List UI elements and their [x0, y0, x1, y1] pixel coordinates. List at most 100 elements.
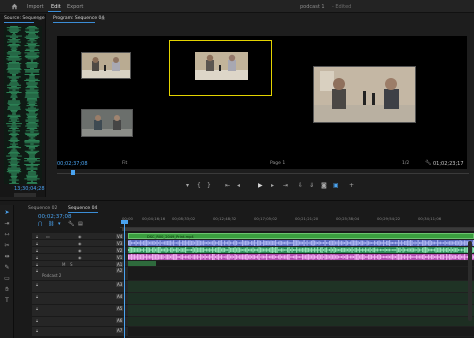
go-to-out-icon[interactable]: ⇥ — [283, 182, 288, 189]
insert-icon[interactable]: ⇩ — [298, 182, 303, 189]
compare-icon[interactable]: ▣ — [333, 182, 339, 189]
mark-in-icon[interactable]: { — [197, 182, 201, 189]
page-indicator[interactable]: Page 1 — [270, 161, 285, 166]
track-label[interactable]: A6 — [116, 318, 124, 323]
time-ruler[interactable]: 00;00 00;04;16;16 00;08;33;02 00;12;48;3… — [120, 214, 474, 228]
track-label[interactable]: V4 — [116, 234, 124, 239]
track-label[interactable]: V1 — [116, 255, 124, 260]
track-label[interactable]: A7 — [116, 328, 124, 333]
pen-icon[interactable]: ✎ — [3, 264, 11, 272]
lock-icon[interactable]: 🔒︎ — [36, 306, 38, 311]
lock-icon[interactable]: 🔒︎ — [36, 241, 38, 246]
audio-clip[interactable] — [128, 293, 474, 304]
source-scrub-bar[interactable] — [14, 193, 36, 197]
lock-icon[interactable]: 🔒︎ — [36, 328, 38, 333]
menu-import[interactable]: Import — [27, 4, 44, 10]
track-label[interactable]: V3 — [116, 241, 124, 246]
video-frame-bottom-left[interactable] — [81, 109, 133, 137]
track-label[interactable]: A5 — [116, 306, 124, 311]
track-row-a7[interactable] — [128, 327, 474, 337]
lock-icon[interactable]: 🔒︎ — [36, 255, 38, 260]
home-icon[interactable] — [11, 3, 18, 10]
program-scrub-bar[interactable] — [57, 168, 469, 174]
lock-icon[interactable]: 🔒︎ — [36, 294, 38, 299]
audio-clip[interactable] — [128, 305, 474, 316]
overwrite-icon[interactable]: ⇓ — [309, 182, 314, 189]
wrench-icon[interactable]: 🔧︎ — [425, 160, 431, 166]
track-row-a2[interactable] — [128, 267, 474, 281]
lock-icon[interactable]: 🔒︎ — [36, 268, 38, 273]
program-timecode[interactable]: 00;02;37;08 — [57, 161, 88, 167]
play-icon[interactable]: ▶ — [258, 182, 263, 189]
playback-quality-select[interactable]: 1/2 — [402, 161, 409, 166]
lock-icon[interactable]: 🔒︎ — [36, 248, 38, 253]
marker-icon[interactable]: ▾ — [186, 182, 189, 189]
lock-icon[interactable]: 🔒︎ — [36, 318, 38, 323]
program-playhead[interactable] — [71, 170, 75, 175]
ruler-label: 00;29;54;22 — [377, 216, 401, 221]
track-label[interactable]: V2 — [116, 248, 124, 253]
program-tab[interactable]: Program: Sequence 04 — [53, 16, 104, 21]
eye-icon[interactable]: ◉ — [78, 234, 82, 239]
audio-clip[interactable] — [128, 261, 156, 266]
slip-tool-icon[interactable]: ⇹ — [3, 253, 11, 261]
track-label[interactable]: A4 — [116, 294, 124, 299]
type-tool-icon[interactable]: T — [3, 297, 11, 305]
track-row-a4[interactable] — [128, 293, 474, 305]
audio-clip[interactable] — [128, 254, 474, 260]
eye-icon[interactable]: ◉ — [78, 255, 82, 260]
program-monitor[interactable] — [57, 36, 467, 169]
add-marker-icon[interactable]: ▾ — [58, 222, 61, 227]
track-row-v2[interactable] — [128, 247, 474, 254]
razor-icon[interactable]: ✂ — [3, 242, 11, 250]
selection-tool-icon[interactable]: ➤ — [3, 209, 11, 217]
audio-clip[interactable] — [128, 247, 474, 253]
timeline-vertical-scrollbar[interactable] — [468, 241, 472, 321]
eye-icon[interactable]: ◉ — [78, 241, 82, 246]
tab-sequence-04[interactable]: Sequence 04 — [68, 206, 97, 211]
menu-edit[interactable]: Edit — [51, 4, 61, 10]
track-row-v1[interactable] — [128, 254, 474, 261]
track-row-a6[interactable] — [128, 317, 474, 327]
interview-image — [82, 110, 132, 136]
track-row-a5[interactable] — [128, 305, 474, 317]
track-select-icon[interactable]: ⇥ — [3, 220, 11, 228]
tab-sequence-02[interactable]: Sequence 02 — [28, 206, 57, 211]
step-forward-icon[interactable]: ▸ — [271, 182, 274, 189]
video-frame-right[interactable] — [313, 66, 416, 123]
audio-clip[interactable] — [128, 317, 474, 326]
audio-clip[interactable] — [128, 240, 474, 246]
step-back-icon[interactable]: ◂ — [237, 182, 240, 189]
timeline-timecode[interactable]: 00;02;37;08 — [38, 214, 72, 220]
track-row-v4[interactable]: DSC_R00_2049_Print.mp4 — [128, 233, 474, 240]
linked-selection-icon[interactable]: ⛓︎ — [48, 222, 54, 227]
mark-out-icon[interactable]: } — [207, 182, 211, 189]
track-label[interactable]: A3 — [116, 282, 124, 287]
eye-icon[interactable]: ◉ — [78, 248, 82, 253]
track-label[interactable]: A2 — [116, 268, 124, 273]
video-clip[interactable]: DSC_R00_2049_Print.mp4 — [128, 233, 474, 239]
panel-menu-icon[interactable]: ≡ — [38, 16, 42, 22]
ripple-edit-icon[interactable]: ⇿ — [3, 231, 11, 239]
track-row-v3[interactable] — [128, 240, 474, 247]
lock-icon[interactable]: 🔒︎ — [36, 234, 38, 239]
timeline-playhead-line — [124, 223, 125, 338]
track-row-a3[interactable] — [128, 281, 474, 293]
video-frame-selected[interactable] — [169, 40, 272, 96]
video-frame-top-left[interactable] — [81, 52, 131, 79]
snap-icon[interactable]: ⋂ — [38, 222, 42, 227]
captions-icon[interactable]: ▤ — [78, 222, 83, 227]
add-button-icon[interactable]: + — [349, 182, 354, 189]
camera-icon[interactable]: ◙ — [321, 182, 327, 189]
sync-icon[interactable]: ▭ — [46, 234, 50, 239]
menu-export[interactable]: Export — [67, 4, 83, 10]
panel-menu-icon[interactable]: ≡ — [101, 16, 105, 22]
audio-clip[interactable] — [128, 281, 474, 292]
go-to-in-icon[interactable]: ⇤ — [225, 182, 230, 189]
rectangle-tool-icon[interactable]: ▭ — [3, 275, 11, 283]
timeline-panel: ➤ ⇥ ⇿ ✂ ⇹ ✎ ▭ ✋︎ T Sequence 02 Sequence … — [0, 200, 474, 338]
timeline-settings-icon[interactable]: 🔧︎ — [68, 222, 74, 227]
zoom-fit-select[interactable]: Fit — [122, 161, 127, 166]
lock-icon[interactable]: 🔒︎ — [36, 282, 38, 287]
hand-icon[interactable]: ✋︎ — [3, 286, 11, 294]
